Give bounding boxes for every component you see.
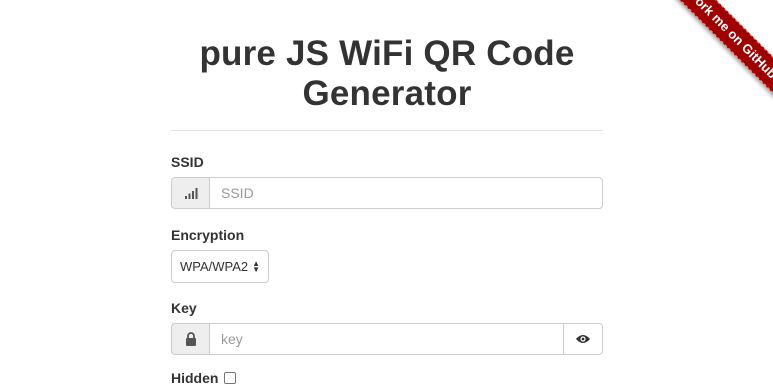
encryption-label: Encryption: [171, 227, 245, 243]
encryption-selected-value: WPA/WPA2: [180, 259, 249, 274]
select-arrows-icon: ▲ ▼: [252, 258, 261, 274]
ssid-input[interactable]: [209, 177, 603, 209]
encryption-select[interactable]: WPA/WPA2 ▲ ▼: [171, 250, 269, 283]
ssid-addon: [171, 177, 209, 209]
page: Fork me on GitHub pure JS WiFi QR Code G…: [0, 0, 773, 386]
key-input-group: [171, 323, 603, 355]
key-input[interactable]: [209, 323, 564, 355]
encryption-group: Encryption WPA/WPA2 ▲ ▼: [171, 227, 603, 283]
key-group: Key: [171, 300, 603, 355]
hidden-label: Hidden: [171, 370, 219, 386]
ssid-label: SSID: [171, 154, 204, 170]
lock-icon: [185, 332, 196, 346]
main-container: pure JS WiFi QR Code Generator SSID Encr…: [171, 0, 603, 386]
title-divider: [171, 130, 603, 131]
key-label: Key: [171, 300, 197, 316]
show-key-button[interactable]: [564, 323, 603, 355]
eye-icon: [576, 335, 590, 343]
ssid-input-group: [171, 177, 603, 209]
hidden-group: Hidden: [171, 370, 603, 386]
ssid-group: SSID: [171, 154, 603, 209]
github-ribbon-container: Fork me on GitHub: [623, 0, 773, 150]
key-addon: [171, 323, 209, 355]
github-fork-ribbon[interactable]: Fork me on GitHub: [653, 0, 773, 115]
hidden-checkbox[interactable]: [224, 372, 237, 384]
signal-icon: [184, 188, 197, 199]
page-title: pure JS WiFi QR Code Generator: [199, 34, 575, 113]
